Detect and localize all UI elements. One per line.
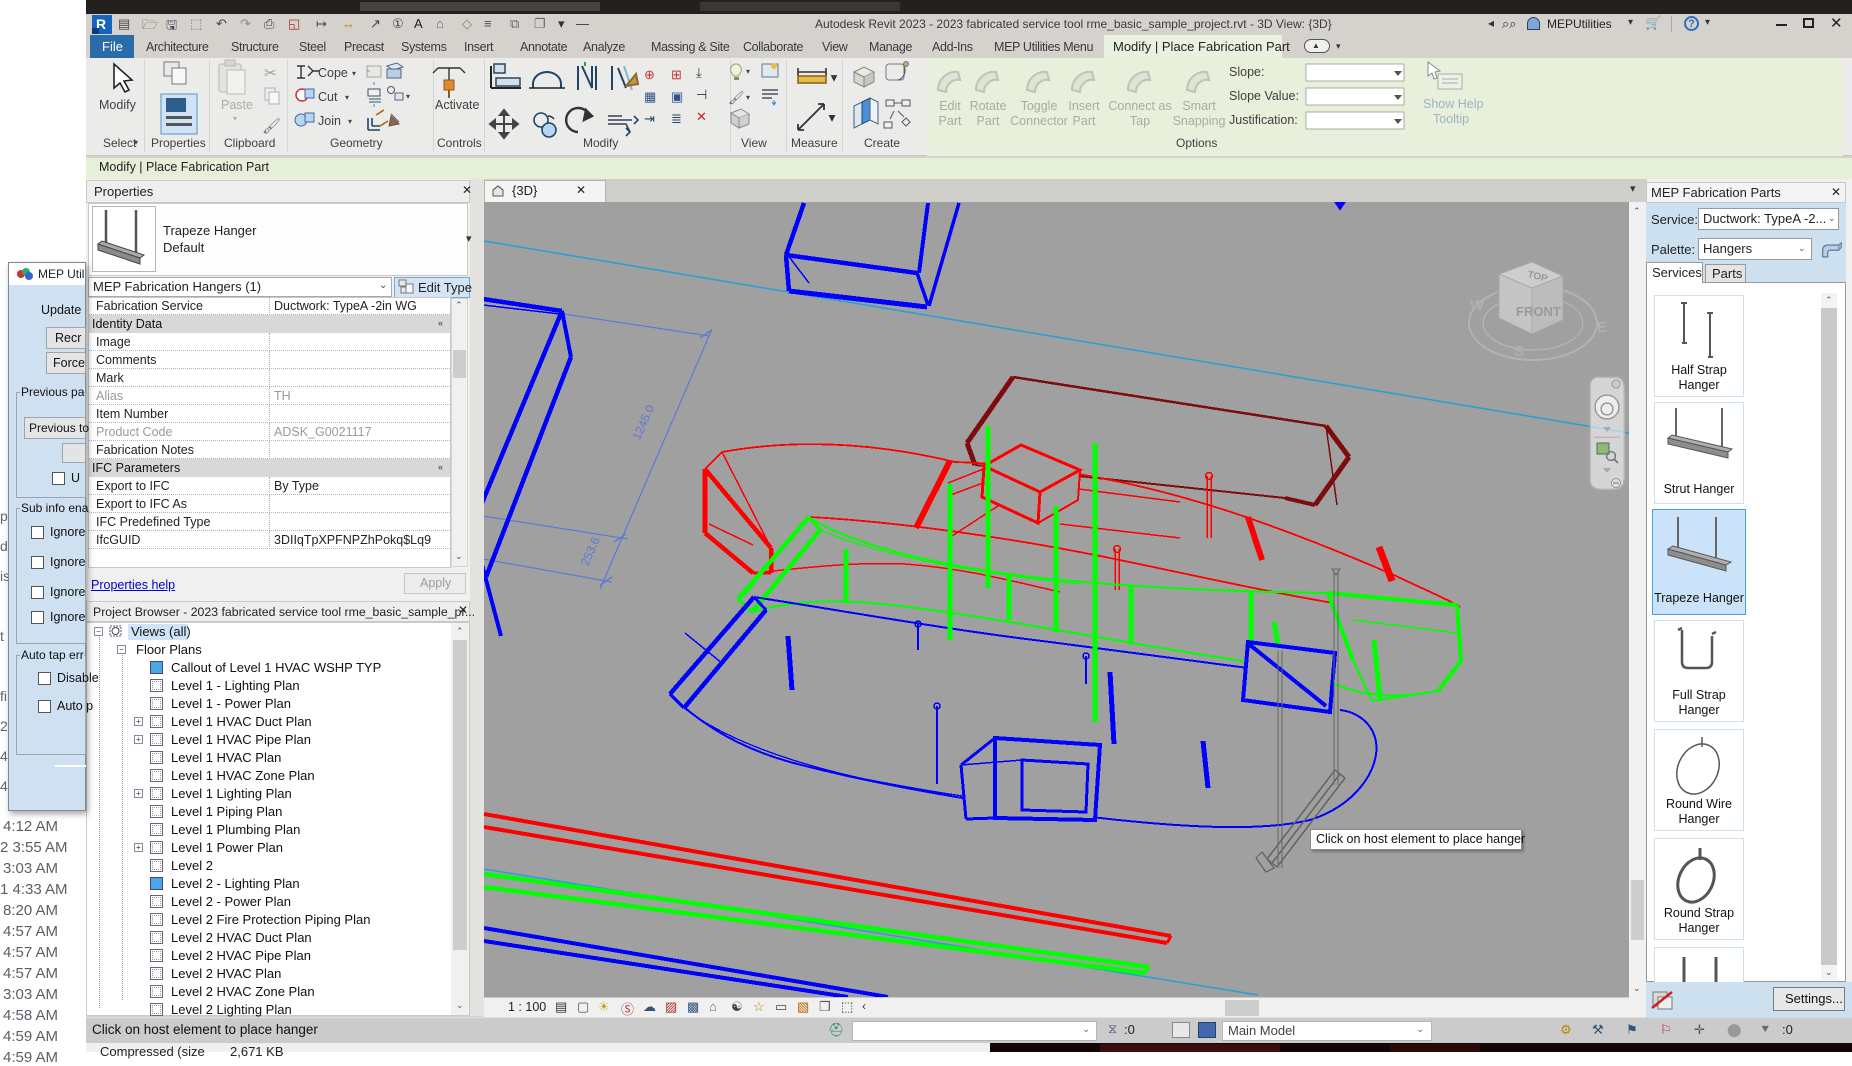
- svg-text:✕: ✕: [696, 109, 707, 124]
- svg-text:Activate: Activate: [435, 98, 480, 112]
- svg-text:Snapping: Snapping: [1173, 114, 1226, 128]
- svg-text:Slope:: Slope:: [1229, 65, 1264, 79]
- svg-text:≣: ≣: [671, 111, 682, 126]
- svg-text:W: W: [1470, 297, 1485, 314]
- svg-text:▾: ▾: [832, 73, 836, 82]
- svg-text:Toggle: Toggle: [1021, 99, 1058, 113]
- svg-text:Justification:: Justification:: [1229, 113, 1298, 127]
- svg-text:▾: ▾: [233, 114, 237, 123]
- svg-text:Cut: Cut: [318, 90, 338, 104]
- svg-text:Part: Part: [1073, 114, 1096, 128]
- svg-text:⇥: ⇥: [644, 111, 655, 126]
- svg-text:✂: ✂: [264, 65, 277, 82]
- svg-text:S: S: [1514, 343, 1524, 360]
- svg-text:▾: ▾: [746, 93, 750, 102]
- svg-text:▾: ▾: [746, 67, 750, 76]
- svg-text:🖌: 🖌: [728, 90, 745, 105]
- svg-text:▾: ▾: [345, 93, 349, 102]
- svg-text:Tap: Tap: [1130, 114, 1150, 128]
- svg-text:E: E: [1597, 319, 1607, 336]
- svg-text:▾: ▾: [830, 113, 834, 122]
- svg-text:⊕: ⊕: [644, 67, 655, 82]
- svg-text:Show Help: Show Help: [1423, 97, 1483, 111]
- svg-text:Slope Value:: Slope Value:: [1229, 89, 1299, 103]
- svg-text:Join: Join: [318, 114, 341, 128]
- svg-text:1245.0: 1245.0: [629, 402, 657, 442]
- svg-text:▾: ▾: [352, 69, 356, 78]
- svg-text:Tooltip: Tooltip: [1433, 112, 1469, 126]
- svg-text:▾: ▾: [348, 117, 352, 126]
- svg-text:253.6: 253.6: [578, 535, 603, 568]
- svg-text:Smart: Smart: [1182, 99, 1216, 113]
- svg-text:FRONT: FRONT: [1516, 304, 1561, 319]
- svg-text:Part: Part: [939, 114, 962, 128]
- svg-text:Edit: Edit: [939, 99, 961, 113]
- svg-text:▾: ▾: [406, 92, 410, 101]
- svg-text:🖌: 🖌: [262, 118, 281, 135]
- svg-text:Paste: Paste: [221, 98, 253, 112]
- svg-text:⊞: ⊞: [671, 67, 682, 82]
- svg-text:▦: ▦: [644, 89, 656, 104]
- svg-text:Cope: Cope: [318, 66, 348, 80]
- svg-text:Modify: Modify: [99, 98, 137, 112]
- svg-text:⊣: ⊣: [696, 87, 707, 102]
- svg-text:⤓: ⤓: [696, 65, 702, 80]
- svg-text:Part: Part: [977, 114, 1000, 128]
- svg-text:Connect as: Connect as: [1108, 99, 1171, 113]
- svg-text:▣: ▣: [671, 89, 683, 104]
- svg-text:Insert: Insert: [1068, 99, 1100, 113]
- svg-text:Rotate: Rotate: [970, 99, 1007, 113]
- svg-text:Connector: Connector: [1010, 114, 1068, 128]
